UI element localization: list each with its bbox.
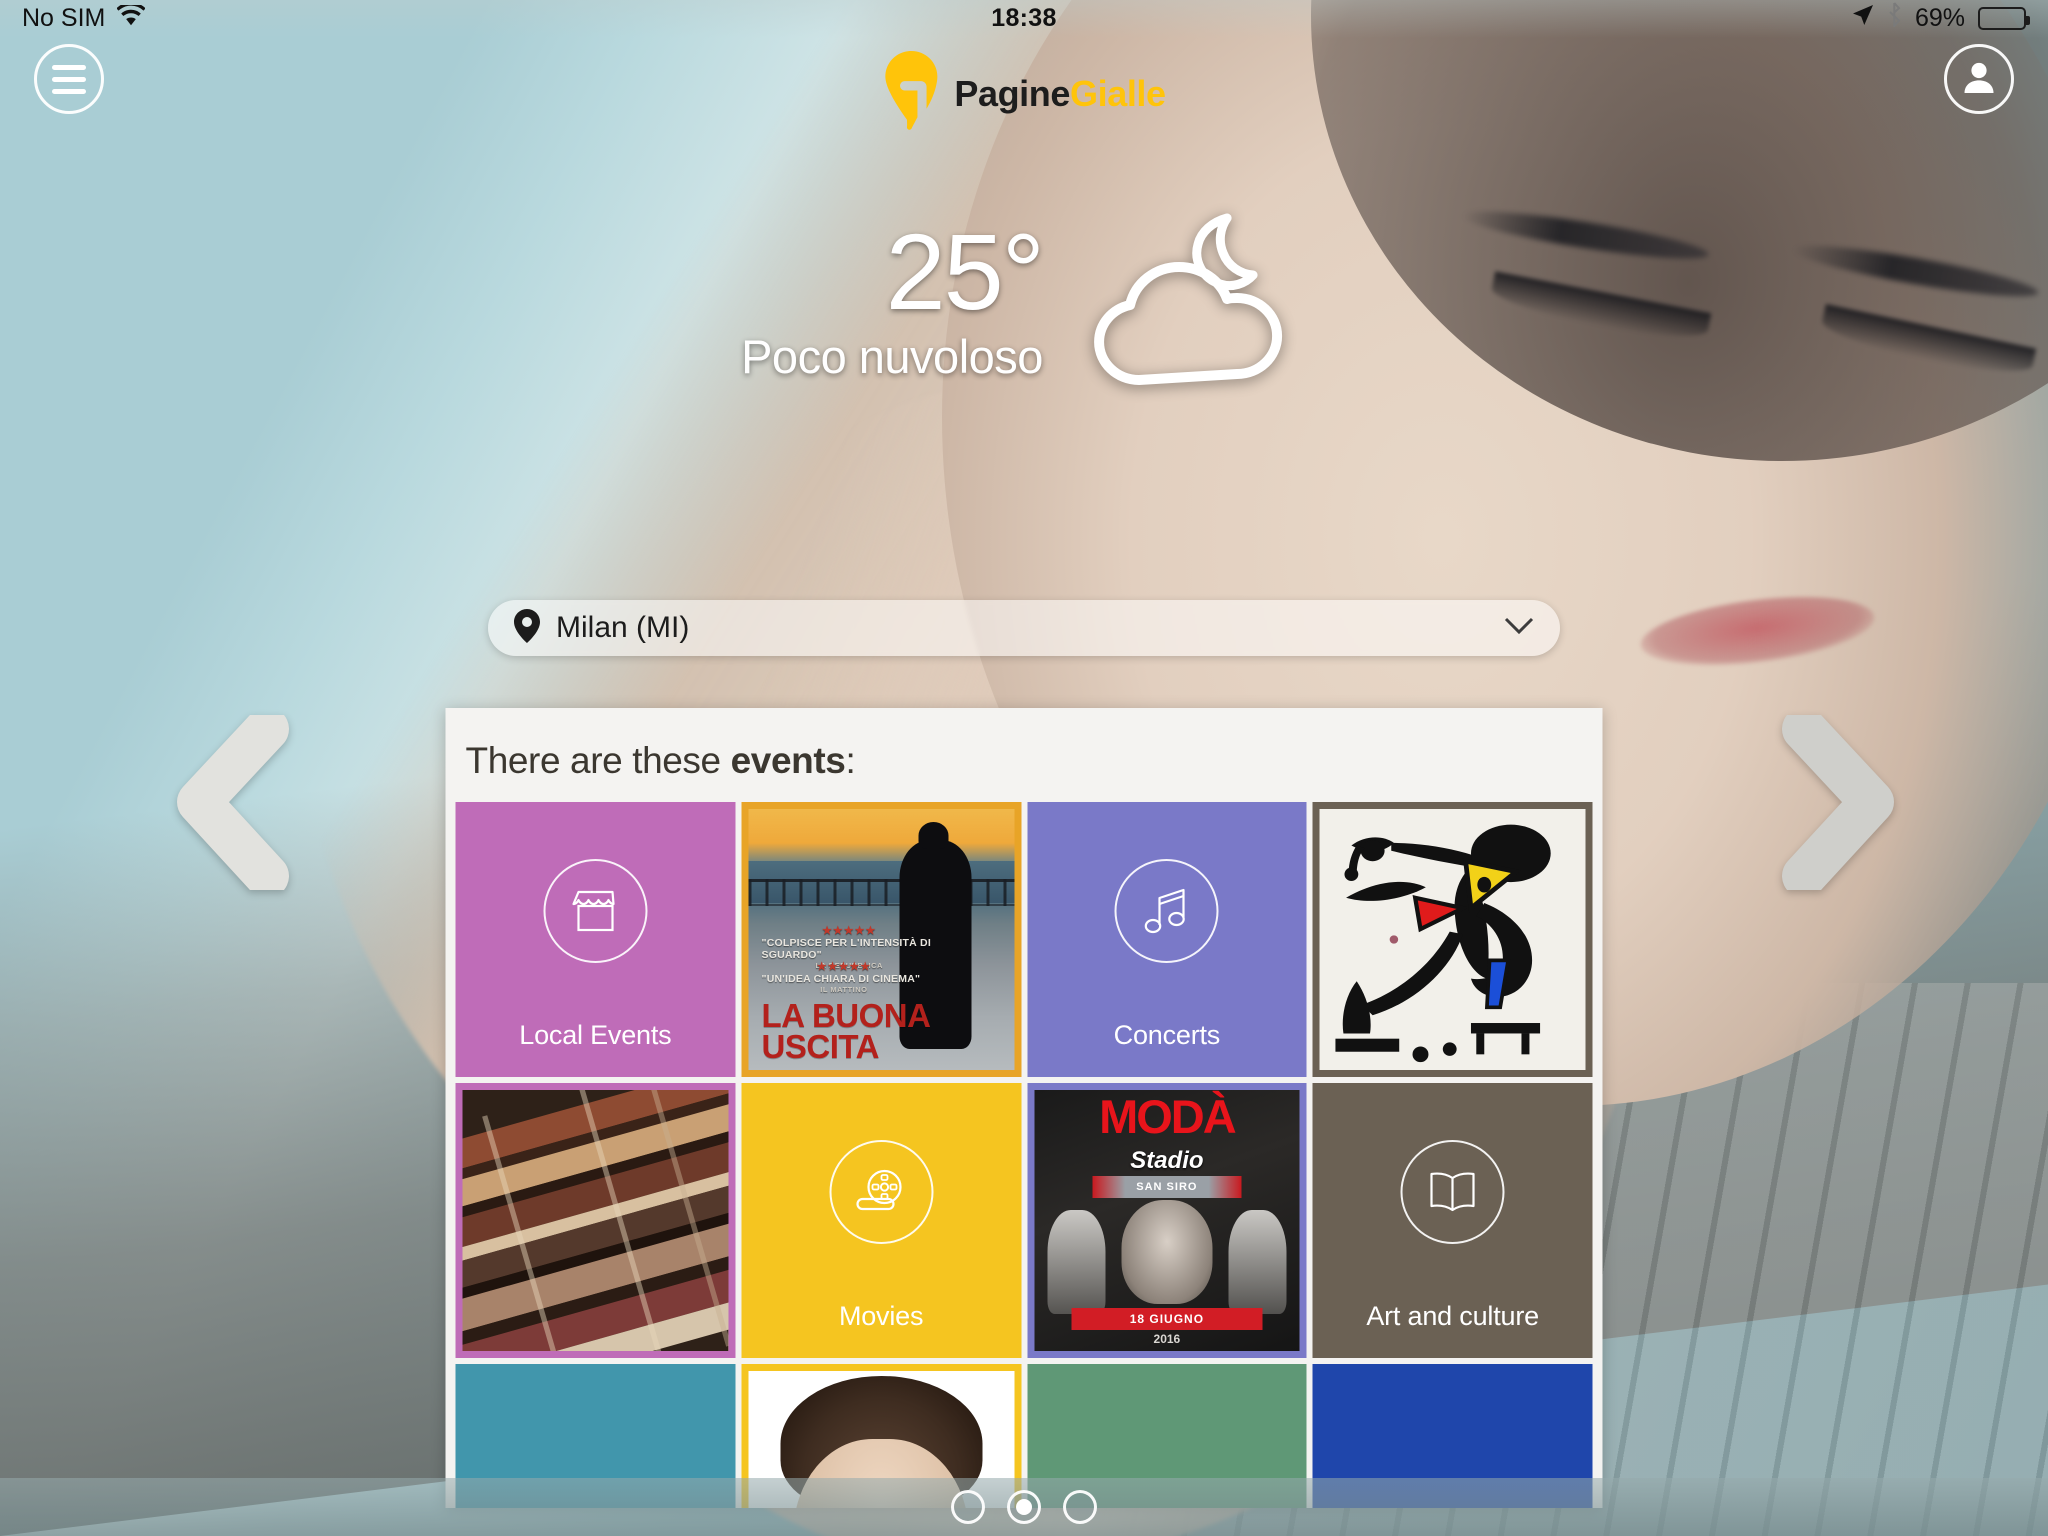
moda-poster-image: MODÀ Stadio SAN SIRO 18 GIUGNO 2016 (1034, 1090, 1300, 1351)
poster-venue: SAN SIRO (1092, 1176, 1242, 1199)
tile-icon-area (1400, 1083, 1505, 1301)
panel-title-colon: : (845, 740, 856, 781)
status-bar-right: 69% (1852, 2, 2030, 34)
page-dot-3[interactable] (1063, 1490, 1097, 1524)
tile-art-miro[interactable] (1312, 802, 1593, 1077)
tile-movie-poster-la-buona-uscita[interactable]: ★★★★★ "COLPISCE PER L'INTENSITÀ DI SGUAR… (741, 802, 1021, 1077)
carousel-next-button[interactable] (1778, 707, 1908, 898)
poster-subtitle: Stadio (1130, 1147, 1204, 1175)
location-value: Milan (MI) (556, 611, 690, 644)
weather-text: 25° Poco nuvoloso (741, 210, 1045, 385)
tile-concert-poster-moda[interactable]: MODÀ Stadio SAN SIRO 18 GIUGNO 2016 (1027, 1083, 1307, 1358)
poster-stars-2: ★★★★★ (816, 961, 872, 974)
map-pin-icon (514, 608, 540, 648)
panel-title-normal: There are these (465, 740, 731, 781)
tile-label: Art and culture (1366, 1301, 1539, 1331)
poster-source-2: IL MATTINO (820, 985, 868, 995)
poster-band-member-left (1047, 1210, 1106, 1315)
tile-label: Concerts (1113, 1020, 1221, 1050)
brand-name: PagineGialle (954, 72, 1166, 114)
old-books-stack (462, 1090, 729, 1351)
carousel-page-indicators (951, 1490, 1097, 1524)
moda-stadio-san-siro-poster: MODÀ Stadio SAN SIRO 18 GIUGNO 2016 (1034, 1090, 1300, 1351)
tile-label: Movies (838, 1301, 924, 1331)
paginegialle-pin-logo-icon (882, 50, 940, 137)
miro-abstract-figure (1319, 809, 1586, 1070)
tile-books-photo[interactable] (455, 1083, 736, 1358)
events-panel-title: There are these events: (446, 708, 1603, 802)
location-select[interactable]: Milan (MI) (488, 600, 1560, 656)
music-note-icon (1114, 859, 1219, 963)
tile-label: Local Events (519, 1020, 672, 1050)
weather-temperature: 25° (885, 210, 1045, 332)
user-avatar-icon (1959, 57, 1999, 102)
tile-movies[interactable]: Movies (741, 1083, 1021, 1358)
poster-quote-block-2: ★★★★★ "UN'IDEA CHIARA DI CINEMA" IL MATT… (762, 960, 927, 994)
chevron-down-icon[interactable] (1504, 617, 1534, 640)
carousel-prev-button[interactable] (163, 707, 293, 898)
poster-quote-1: "COLPISCE PER L'INTENSITÀ DI SGUARDO" (761, 936, 931, 961)
poster-quote-2: "UN'IDEA CHIARA DI CINEMA" (761, 973, 921, 986)
app-root: No SIM 18:38 69% PagineGialle 25° Poco n… (0, 0, 2048, 1536)
panel-title-bold: events (730, 740, 846, 781)
page-dot-2[interactable] (1007, 1490, 1041, 1524)
page-dot-1[interactable] (951, 1490, 985, 1524)
poster-year: 2016 (1153, 1331, 1181, 1346)
tile-icon-area (543, 802, 648, 1020)
location-arrow-icon (1852, 4, 1874, 33)
poster-stars-1: ★★★★★ (822, 924, 877, 937)
poster-date: 18 GIUGNO (1071, 1308, 1263, 1331)
poster-image: ★★★★★ "COLPISCE PER L'INTENSITÀ DI SGUAR… (748, 809, 1014, 1070)
tile-icon-area (1114, 802, 1219, 1020)
events-panel: There are these events: Local Events ★★★… (445, 708, 1603, 1508)
app-header: PagineGialle (0, 36, 2048, 146)
status-bar-time: 18:38 (991, 3, 1057, 32)
hamburger-menu-button[interactable] (34, 44, 104, 114)
tile-concerts[interactable]: Concerts (1027, 802, 1307, 1077)
battery-percent: 69% (1914, 3, 1965, 32)
poster-title: LA BUONA USCITA (761, 999, 931, 1065)
poster-title-line2: USCITA (761, 1027, 880, 1065)
books-image (462, 1090, 729, 1351)
tile-art-and-culture[interactable]: Art and culture (1312, 1083, 1593, 1358)
artwork-image (1319, 809, 1586, 1070)
open-book-icon (1400, 1140, 1505, 1244)
hamburger-menu-icon (52, 64, 86, 94)
cloud-with-moon-icon (1077, 210, 1307, 395)
market-stall-icon (543, 859, 648, 963)
poster-singer-face (1121, 1199, 1213, 1304)
poster-band-member-right (1228, 1210, 1287, 1315)
poster-band-name: MODÀ (1099, 1090, 1237, 1143)
weather-widget: 25° Poco nuvoloso (741, 210, 1307, 395)
la-buona-uscita-poster-art: ★★★★★ "COLPISCE PER L'INTENSITÀ DI SGUAR… (748, 809, 1014, 1070)
brand-logo[interactable]: PagineGialle (882, 50, 1166, 137)
status-bar: No SIM 18:38 69% (0, 0, 2048, 36)
tile-local-events[interactable]: Local Events (455, 802, 736, 1077)
weather-description: Poco nuvoloso (741, 330, 1043, 384)
profile-button[interactable] (1944, 44, 2014, 114)
events-grid: Local Events ★★★★★ "COLPISCE PER L'INTEN… (446, 802, 1603, 1508)
bluetooth-icon (1887, 2, 1902, 34)
tile-icon-area (829, 1083, 934, 1301)
poster-railing (748, 879, 1014, 906)
film-reel-icon (829, 1140, 934, 1244)
battery-icon (1978, 6, 2030, 30)
